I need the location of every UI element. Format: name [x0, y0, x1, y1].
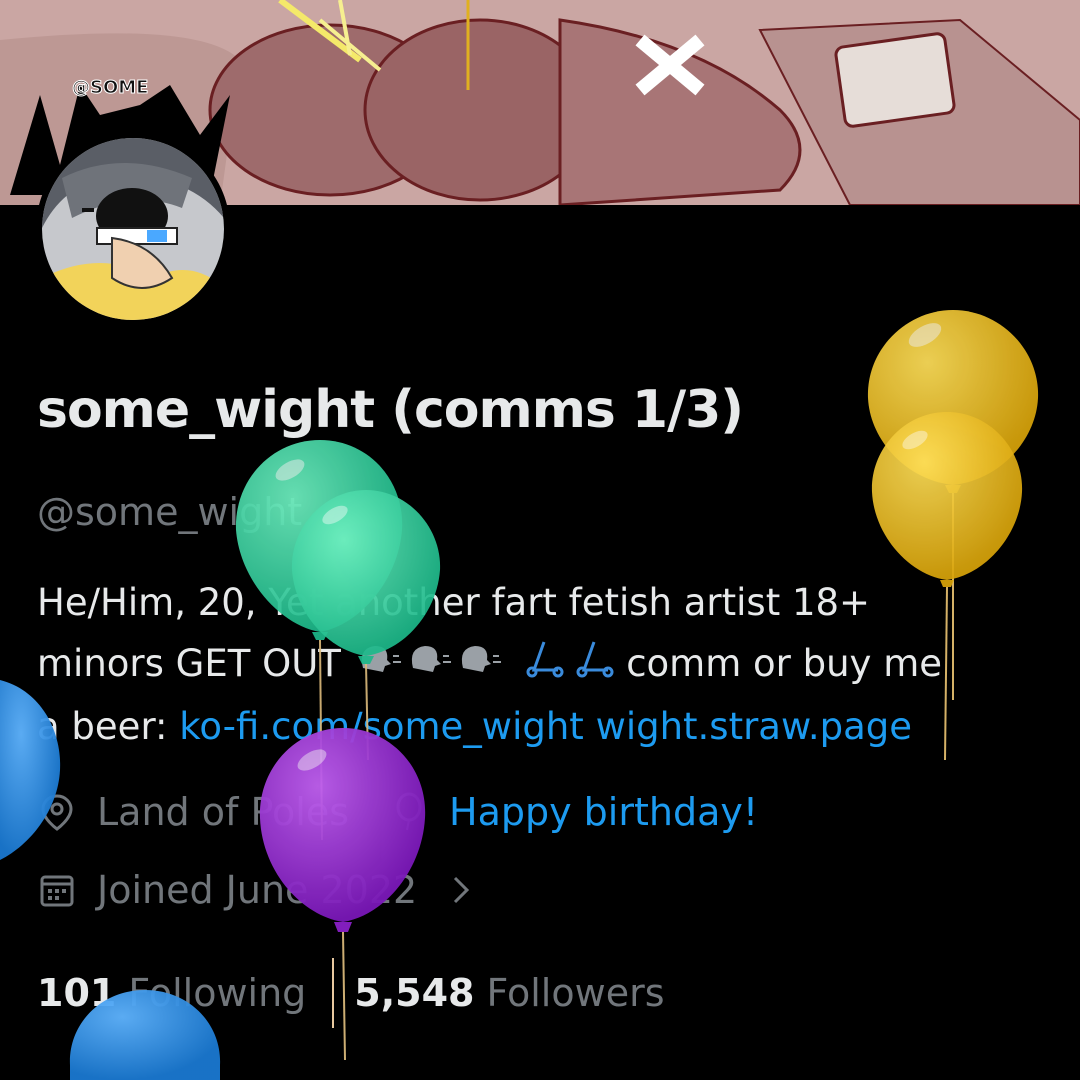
display-name: some_wight (comms 1/3)	[37, 380, 744, 440]
bio-comm-text: comm or buy me	[626, 642, 943, 685]
location-pin-icon	[37, 792, 77, 832]
joined-text: Joined June 2022	[97, 868, 418, 912]
kick-scooter-icon	[514, 635, 614, 696]
kofi-link[interactable]: ko-fi.com/some_wight	[179, 705, 584, 748]
following-stat[interactable]: 101 Following	[37, 971, 306, 1015]
calendar-icon	[37, 870, 77, 910]
straw-page-link[interactable]: wight.straw.page	[596, 705, 912, 748]
balloon-icon	[389, 792, 429, 832]
user-handle: @some_wight	[37, 490, 303, 534]
profile-meta-row: Land of Poles Happy birthday!	[37, 790, 758, 834]
following-count: 101	[37, 971, 117, 1015]
chevron-right-icon[interactable]	[441, 870, 481, 910]
bio-line-3: a beer: ko-fi.com/some_wight wight.straw…	[37, 696, 1047, 757]
followers-stat[interactable]: 5,548 Followers	[354, 971, 664, 1015]
joined-row[interactable]: Joined June 2022	[37, 868, 501, 912]
follow-stats: 101 Following 5,548 Followers	[37, 958, 665, 1028]
followers-count: 5,548	[354, 971, 475, 1015]
profile-bio: He/Him, 20, Yet another fart fetish arti…	[37, 572, 1047, 757]
avatar[interactable]	[36, 132, 230, 326]
balloon-string-divider	[332, 958, 335, 1028]
svg-text:@SOME: @SOME	[72, 77, 148, 98]
birthday-text[interactable]: Happy birthday!	[449, 790, 758, 834]
speaking-head-icon	[353, 635, 503, 696]
bio-minors-text: minors GET OUT	[37, 642, 341, 685]
following-label: Following	[128, 971, 307, 1015]
bio-line-1: He/Him, 20, Yet another fart fetish arti…	[37, 581, 871, 624]
bio-line-2: minors GET OUT comm or buy me	[37, 633, 1047, 696]
location-text: Land of Poles	[97, 790, 349, 834]
bio-beer-text: a beer:	[37, 705, 180, 748]
profile-page: @SOME some_wight (comms 1/3) @some_wight…	[0, 0, 1080, 1080]
followers-label: Followers	[486, 971, 665, 1015]
